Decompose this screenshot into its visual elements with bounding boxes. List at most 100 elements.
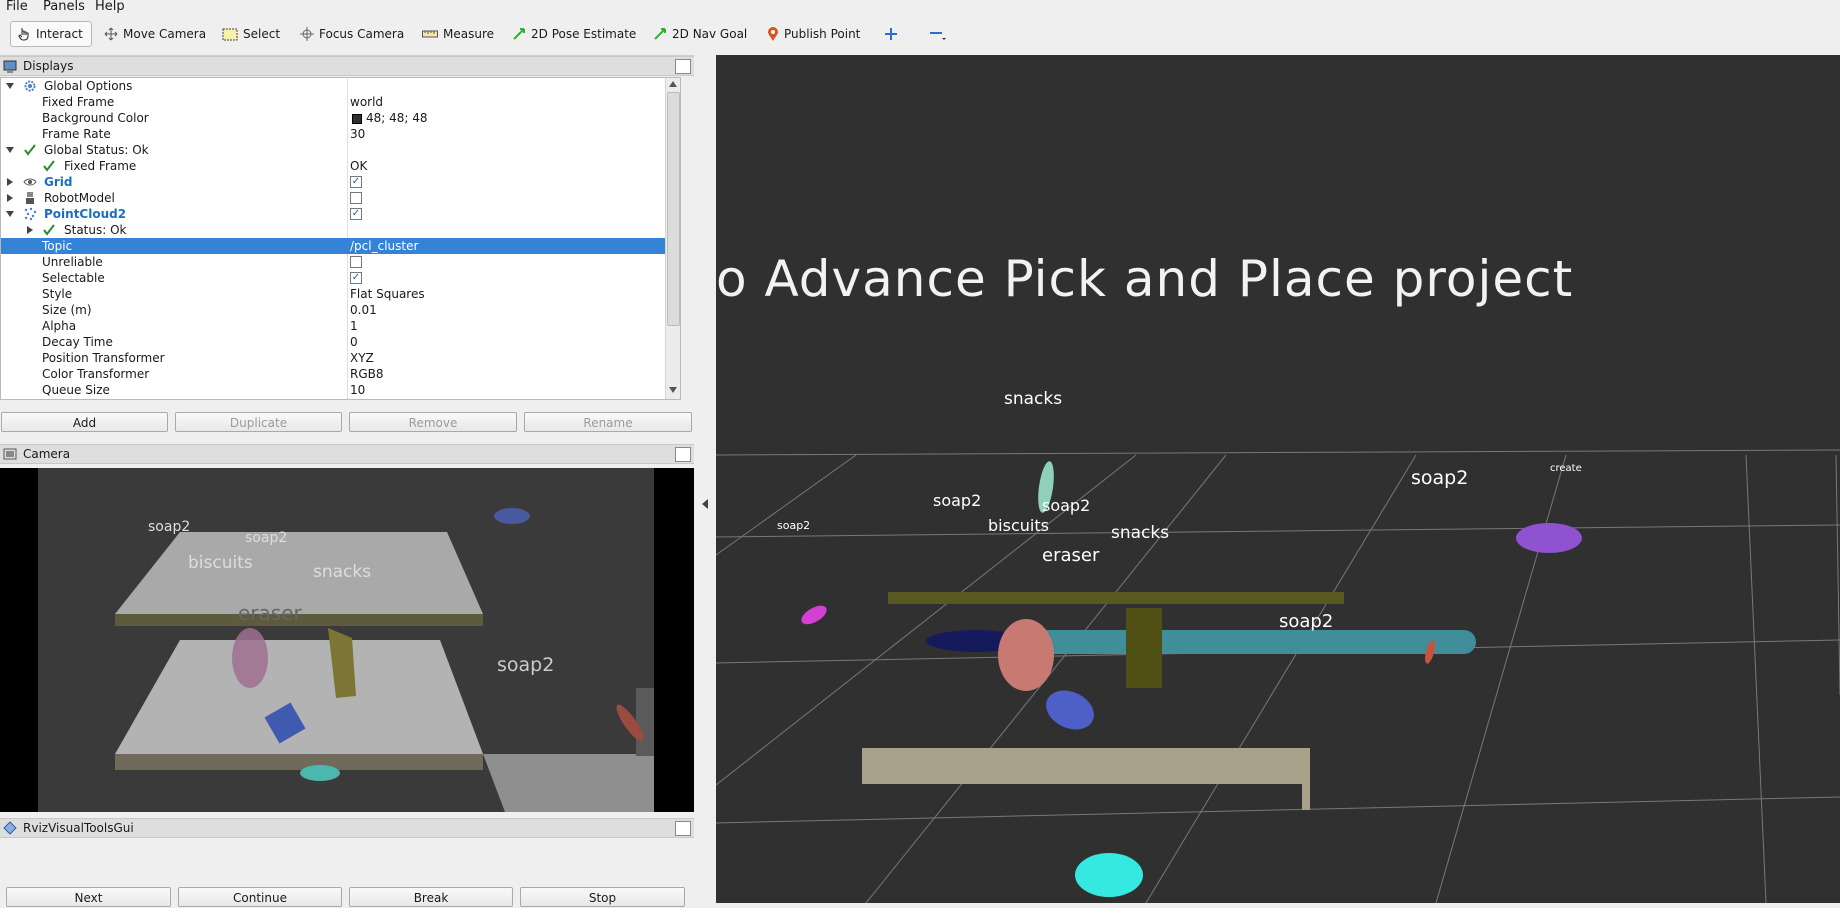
tree-row-robotmodel[interactable]: RobotModel — [1, 190, 680, 206]
expand-arrow-icon[interactable] — [6, 211, 14, 217]
tree-value: OK — [350, 159, 368, 173]
expand-arrow-icon[interactable] — [6, 83, 14, 89]
tree-row-grid[interactable]: Grid ✓ — [1, 174, 680, 190]
tree-row-global-status[interactable]: Global Status: Ok — [1, 142, 680, 158]
tree-label: Grid — [44, 175, 73, 189]
2d-nav-goal-tool-button[interactable]: 2D Nav Goal — [647, 21, 753, 47]
tree-label: Size (m) — [42, 303, 92, 317]
interact-tool-button[interactable]: Interact — [10, 21, 92, 47]
tree-row-size[interactable]: Size (m) 0.01 — [1, 302, 680, 318]
tree-row-fixed-frame[interactable]: Fixed Frame world — [1, 94, 680, 110]
expand-arrow-icon[interactable] — [6, 147, 14, 153]
move-camera-tool-button[interactable]: Move Camera — [98, 21, 212, 47]
tree-label: Selectable — [42, 271, 105, 285]
tree-value[interactable]: 30 — [350, 126, 365, 142]
scroll-down-icon[interactable] — [669, 387, 677, 393]
map-pin-icon — [768, 26, 778, 41]
unreliable-checkbox[interactable] — [350, 256, 362, 268]
tree-value[interactable]: 10 — [350, 382, 365, 398]
menu-panels[interactable]: Panels — [43, 0, 85, 14]
menu-help[interactable]: Help — [95, 0, 125, 14]
tree-row-pointcloud-status[interactable]: Status: Ok — [1, 222, 680, 238]
panel-close-box[interactable] — [675, 446, 691, 462]
tree-row-topic[interactable]: Topic /pcl_cluster — [1, 238, 680, 254]
tree-label: Alpha — [42, 319, 77, 333]
tree-row-selectable[interactable]: Selectable ✓ — [1, 270, 680, 286]
publish-point-tool-button[interactable]: Publish Point — [761, 21, 866, 47]
tree-row-position-transformer[interactable]: Position Transformer XYZ — [1, 350, 680, 366]
robot-icon — [26, 192, 34, 204]
tree-row-queue-size[interactable]: Queue Size 10 — [1, 382, 680, 398]
color-swatch[interactable] — [352, 114, 362, 124]
tree-row-alpha[interactable]: Alpha 1 — [1, 318, 680, 334]
camera-scene-render — [0, 468, 694, 812]
2d-pose-estimate-tool-button[interactable]: 2D Pose Estimate — [506, 21, 642, 47]
camera-view[interactable]: soap2 soap2 biscuits snacks eraser soap2 — [0, 468, 694, 812]
scroll-up-icon[interactable] — [669, 81, 677, 87]
collapse-arrow-icon[interactable] — [27, 226, 33, 234]
displays-scrollbar[interactable] — [665, 78, 680, 399]
ruler-icon — [422, 30, 438, 38]
robotmodel-enable-checkbox[interactable] — [350, 192, 362, 204]
tree-value[interactable]: RGB8 — [350, 366, 384, 382]
camera-label-soap2: soap2 — [497, 654, 555, 676]
panel-close-box[interactable] — [675, 58, 691, 74]
tree-label: Style — [42, 287, 73, 301]
tree-value[interactable]: 0.01 — [350, 302, 377, 318]
tree-row-global-options[interactable]: Global Options — [1, 78, 680, 94]
hand-pointer-icon — [18, 28, 29, 41]
tree-row-decay-time[interactable]: Decay Time 0 — [1, 334, 680, 350]
select-tool-button[interactable]: Select — [216, 21, 286, 47]
remove-tool-button[interactable] — [922, 21, 954, 47]
tree-value[interactable]: 0 — [350, 334, 358, 350]
checkmark-icon — [43, 160, 55, 172]
tree-value[interactable]: world — [350, 94, 383, 110]
remove-display-button[interactable]: Remove — [349, 412, 517, 432]
menu-file[interactable]: File — [6, 0, 28, 14]
tree-row-background-color[interactable]: Background Color 48; 48; 48 — [1, 110, 680, 126]
grid-and-pointcloud-render — [716, 449, 1840, 903]
3d-viewport[interactable]: o Advance Pick and Place project snacks … — [716, 55, 1840, 903]
tree-row-frame-rate[interactable]: Frame Rate 30 — [1, 126, 680, 142]
continue-button[interactable]: Continue — [178, 887, 342, 907]
tree-label: Global Status: Ok — [44, 143, 149, 157]
focus-camera-tool-button[interactable]: Focus Camera — [294, 21, 410, 47]
rename-display-button[interactable]: Rename — [524, 412, 692, 432]
collapse-arrow-icon[interactable] — [7, 194, 13, 202]
displays-tree: Global Options Fixed Frame world Backgro… — [0, 77, 681, 400]
topic-value[interactable]: /pcl_cluster — [350, 238, 418, 254]
displays-title: Displays — [23, 59, 74, 73]
stop-button[interactable]: Stop — [520, 887, 685, 907]
add-display-button[interactable]: Add — [1, 412, 168, 432]
tree-label: RobotModel — [44, 191, 115, 205]
duplicate-display-button[interactable]: Duplicate — [175, 412, 342, 432]
tree-row-unreliable[interactable]: Unreliable — [1, 254, 680, 270]
tree-label: Global Options — [44, 79, 133, 93]
measure-tool-button[interactable]: Measure — [416, 21, 500, 47]
panel-close-box[interactable] — [675, 820, 691, 836]
select-box-icon — [222, 28, 238, 40]
dock-splitter[interactable] — [694, 55, 716, 903]
tree-value[interactable]: 1 — [350, 318, 358, 334]
selectable-checkbox[interactable]: ✓ — [350, 272, 362, 284]
break-button[interactable]: Break — [349, 887, 513, 907]
tree-label: Fixed Frame — [64, 159, 137, 173]
next-button[interactable]: Next — [6, 887, 171, 907]
collapse-left-icon[interactable] — [702, 499, 708, 509]
tree-row-pointcloud2[interactable]: PointCloud2 ✓ — [1, 206, 680, 222]
scrollbar-thumb[interactable] — [667, 92, 680, 326]
tree-value[interactable]: Flat Squares — [350, 286, 425, 302]
tree-row-color-transformer[interactable]: Color Transformer RGB8 — [1, 366, 680, 382]
grid-enable-checkbox[interactable]: ✓ — [350, 176, 362, 188]
tree-row-style[interactable]: Style Flat Squares — [1, 286, 680, 302]
add-tool-button[interactable] — [878, 21, 904, 47]
camera-label-snacks: snacks — [313, 562, 372, 582]
camera-title: Camera — [23, 447, 71, 461]
move-camera-label: Move Camera — [123, 27, 207, 41]
collapse-arrow-icon[interactable] — [7, 178, 13, 186]
camera-icon — [3, 448, 17, 460]
tree-value[interactable]: 48; 48; 48 — [366, 110, 428, 126]
tree-row-fixed-frame-status[interactable]: Fixed Frame OK — [1, 158, 680, 174]
pointcloud2-enable-checkbox[interactable]: ✓ — [350, 208, 362, 220]
tree-value[interactable]: XYZ — [350, 350, 374, 366]
